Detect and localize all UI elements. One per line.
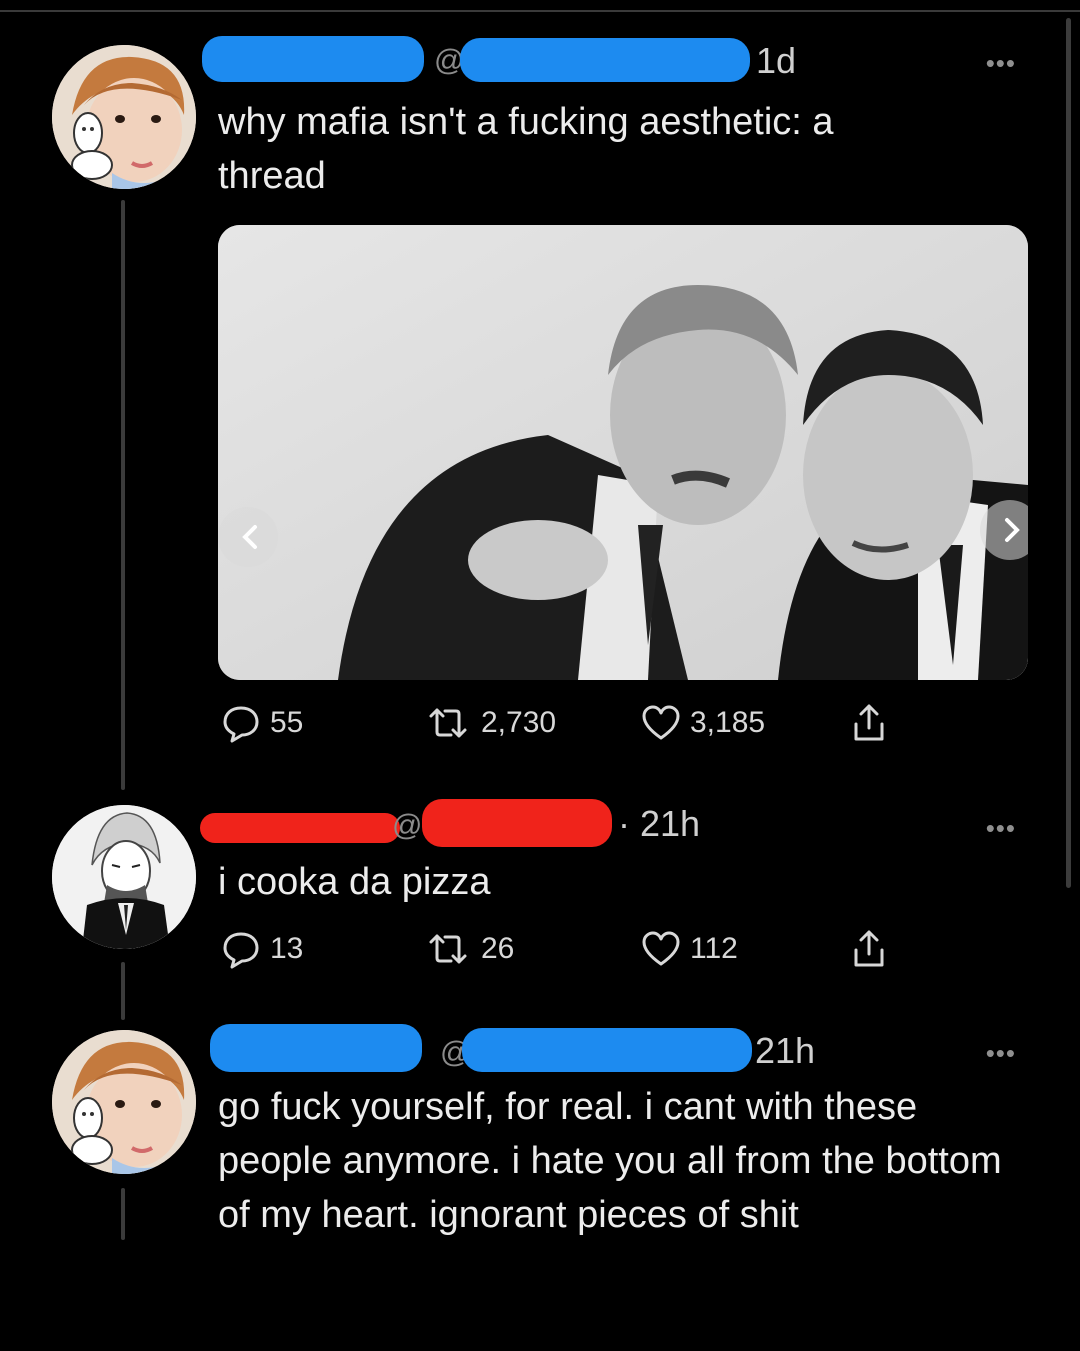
tweet-header: @ 21h ••• [200,1020,1020,1080]
more-options-button[interactable]: ••• [986,813,1016,844]
like-button[interactable]: 112 [640,928,738,970]
retweet-icon [423,928,473,970]
tweet-header: @ 1d ••• [200,30,1020,90]
retweet-button[interactable]: 26 [423,928,514,970]
chevron-right-icon[interactable] [996,515,1026,545]
tweet-actions: 13 26 112 [218,928,918,978]
redacted-handle [460,38,750,82]
tweet-header: @ · 21h ••• [200,795,1020,855]
reply-count: 13 [270,932,304,965]
scrollbar[interactable] [1066,18,1071,888]
tweet-actions: 55 2,730 3,185 [218,702,918,752]
timestamp: · 21h [618,803,701,844]
avatar[interactable] [52,45,196,189]
like-count: 3,185 [690,706,766,739]
handle-at: @ [392,809,423,842]
share-button[interactable] [848,702,890,744]
tweet-text: go fuck yourself, for real. i cant with … [218,1086,1002,1236]
retweet-count: 26 [481,932,515,965]
reply-button[interactable]: 55 [220,702,303,744]
thread-line [121,200,125,790]
reply-button[interactable]: 13 [220,928,303,970]
redacted-handle [462,1028,752,1072]
redacted-display-name [200,813,400,843]
reply-icon [220,928,262,970]
more-options-button[interactable]: ••• [986,1038,1016,1069]
retweet-count: 2,730 [481,706,557,739]
retweet-button[interactable]: 2,730 [423,702,556,744]
share-icon [848,702,890,744]
like-icon [640,928,682,970]
avatar[interactable] [52,1030,196,1174]
like-icon [640,702,682,744]
avatar[interactable] [52,805,196,949]
reply-icon [220,702,262,744]
thread-line [121,962,125,1020]
redacted-display-name [202,36,424,82]
tweet-text: why mafia isn't a fucking aesthetic: a t… [218,101,834,197]
top-divider [0,10,1080,12]
reply-count: 55 [270,706,304,739]
chevron-left-icon[interactable] [236,522,266,552]
share-icon [848,928,890,970]
redacted-handle [422,799,612,847]
timestamp: 21h [755,1030,816,1071]
tweet-photo[interactable] [218,225,1028,680]
like-button[interactable]: 3,185 [640,702,765,744]
more-options-button[interactable]: ••• [986,48,1016,79]
retweet-icon [423,702,473,744]
timestamp: 1d [756,40,797,81]
redacted-display-name [210,1024,422,1072]
share-button[interactable] [848,928,890,970]
tweet-text: i cooka da pizza [218,861,491,903]
like-count: 112 [690,932,738,965]
thread-line [121,1188,125,1240]
